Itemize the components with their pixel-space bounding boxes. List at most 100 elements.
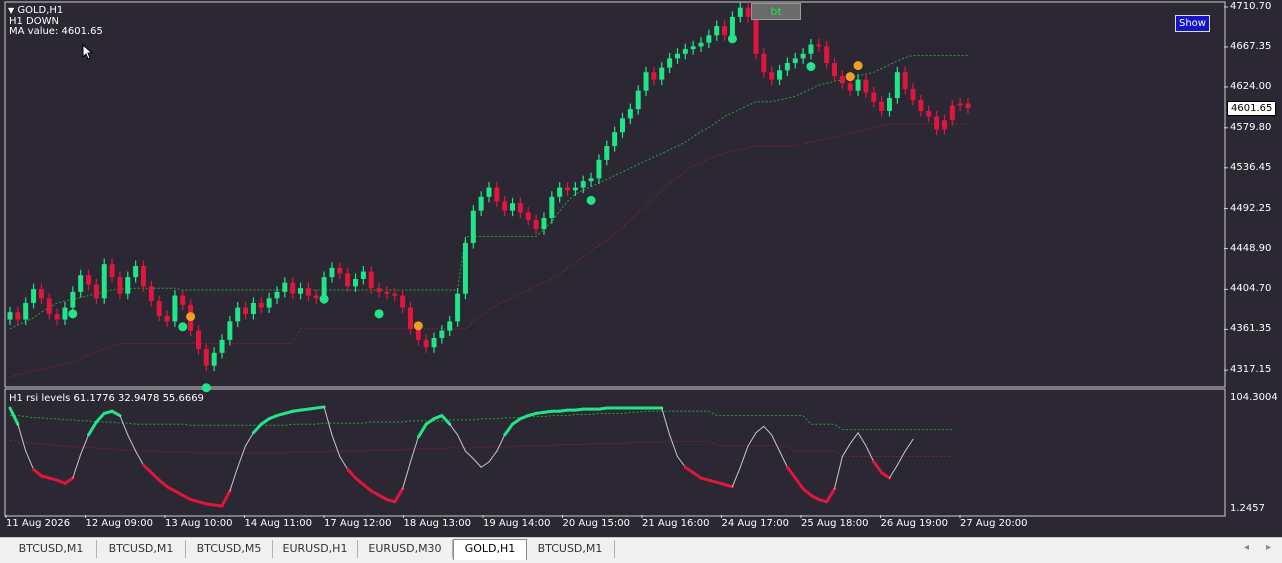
candle-body bbox=[902, 72, 908, 89]
lower-band-line bbox=[9, 123, 968, 378]
candle-body bbox=[886, 98, 892, 111]
candle-body bbox=[101, 264, 107, 299]
price-tick-label: 4492.25 bbox=[1230, 202, 1272, 214]
candle-body bbox=[345, 273, 351, 287]
candle-body bbox=[164, 315, 170, 322]
candle-body bbox=[478, 196, 484, 211]
chart-tab[interactable]: BTCUSD,M1 bbox=[6, 540, 97, 558]
chart-tab[interactable]: BTCUSD,M1 bbox=[97, 540, 186, 558]
price-tick-label: 4317.15 bbox=[1230, 364, 1272, 376]
buy-signal-icon bbox=[201, 383, 211, 393]
buy-signal-icon bbox=[319, 294, 329, 304]
candle-body bbox=[926, 110, 932, 117]
time-tick-label: 12 Aug 09:00 bbox=[85, 518, 153, 529]
chart-tab[interactable]: GOLD,H1 bbox=[453, 539, 527, 560]
sell-signal-icon bbox=[186, 312, 196, 322]
candle-body bbox=[816, 44, 822, 47]
main-pane-border bbox=[4, 1, 1226, 388]
candle-body bbox=[258, 302, 264, 308]
candle-body bbox=[211, 352, 217, 366]
rsi-line-segment bbox=[72, 453, 82, 479]
candle-body bbox=[659, 67, 665, 80]
candle-body bbox=[15, 312, 21, 320]
rsi-line-segment bbox=[149, 471, 161, 482]
candle-body bbox=[517, 203, 523, 213]
candle-body bbox=[698, 42, 704, 47]
dropdown-triangle-icon[interactable]: ▼ bbox=[8, 6, 14, 15]
time-tick-label: 17 Aug 12:00 bbox=[324, 518, 392, 529]
rsi-line-segment bbox=[440, 414, 452, 426]
rsi-line-segment bbox=[32, 467, 43, 478]
candle-body bbox=[706, 35, 712, 43]
chart-area[interactable]: ▼ GOLD,H1 H1 DOWN MA value: 4601.65 bt S… bbox=[0, 0, 1282, 537]
buy-signal-icon bbox=[727, 34, 737, 44]
rsi-line-segment bbox=[331, 434, 341, 457]
symbol-text: GOLD,H1 bbox=[17, 5, 64, 16]
rsi-line-segment bbox=[472, 458, 482, 468]
candle-body bbox=[415, 328, 421, 340]
time-tick-label: 19 Aug 14:00 bbox=[483, 518, 551, 529]
rsi-line-segment bbox=[25, 450, 35, 470]
rsi-line-segment bbox=[87, 420, 98, 437]
rsi-line-segment bbox=[834, 455, 843, 490]
show-button[interactable]: Show bbox=[1175, 15, 1210, 32]
rsi-line-segment bbox=[457, 434, 466, 452]
candle-body bbox=[7, 312, 13, 320]
chart-tab-bar: BTCUSD,M1 BTCUSD,M1 BTCUSD,M5 EURUSD,H1 EURU… bbox=[0, 537, 1282, 563]
candle-body bbox=[879, 101, 885, 111]
scroll-right-icon[interactable]: ▸ bbox=[1266, 542, 1271, 553]
candle-body bbox=[243, 307, 249, 315]
candle-body bbox=[855, 79, 861, 91]
rsi-line-segment bbox=[723, 482, 734, 489]
time-tick-label: 14 Aug 11:00 bbox=[244, 518, 312, 529]
candle-body bbox=[392, 293, 398, 296]
rsi-line-segment bbox=[141, 463, 153, 475]
candle-body bbox=[274, 291, 280, 299]
candle-body bbox=[195, 330, 201, 350]
scroll-left-icon[interactable]: ◂ bbox=[1244, 542, 1249, 553]
candle-body bbox=[125, 277, 131, 294]
candle-body bbox=[832, 62, 838, 76]
chart-tab[interactable]: BTCUSD,M5 bbox=[186, 540, 273, 558]
candle-body bbox=[753, 16, 759, 54]
candle-body bbox=[541, 218, 547, 230]
candle-body bbox=[148, 286, 154, 302]
candle-body bbox=[777, 70, 783, 80]
bt-button[interactable]: bt bbox=[751, 3, 801, 20]
chart-svg[interactable] bbox=[0, 0, 1282, 537]
candle-body bbox=[957, 103, 963, 106]
price-tick-label: 4361.35 bbox=[1230, 323, 1272, 335]
price-tick-label: 4404.70 bbox=[1230, 283, 1272, 295]
candle-body bbox=[23, 302, 29, 320]
candle-body bbox=[329, 267, 335, 278]
rsi-line-segment bbox=[841, 443, 851, 457]
price-tick-label: 4448.90 bbox=[1230, 242, 1272, 254]
candle-body bbox=[824, 46, 830, 63]
rsi-line-segment bbox=[904, 438, 914, 452]
candle-body bbox=[250, 302, 256, 315]
rsi-line-segment bbox=[119, 415, 129, 436]
rsi-line-segment bbox=[872, 460, 884, 475]
buy-signal-icon bbox=[806, 62, 816, 72]
rsi-line-segment bbox=[110, 409, 122, 418]
candle-body bbox=[486, 187, 492, 197]
rsi-line-segment bbox=[755, 425, 765, 434]
candle-body bbox=[714, 26, 720, 36]
rsi-line-segment bbox=[237, 445, 247, 468]
candle-body bbox=[70, 291, 76, 308]
time-tick-label: 18 Aug 13:00 bbox=[403, 518, 471, 529]
symbol-label[interactable]: ▼ GOLD,H1 bbox=[8, 5, 63, 16]
buy-signal-icon bbox=[68, 309, 78, 319]
candle-body bbox=[604, 146, 610, 160]
rsi-line-segment bbox=[361, 482, 373, 493]
rsi-line-segment bbox=[17, 423, 27, 452]
rsi-line-segment bbox=[63, 476, 75, 485]
chart-tab[interactable]: EURUSD,H1 bbox=[273, 540, 358, 558]
candle-body bbox=[635, 90, 641, 110]
time-tick-label: 20 Aug 15:00 bbox=[562, 518, 630, 529]
chart-tab[interactable]: BTCUSD,M1 bbox=[526, 540, 615, 558]
candle-body bbox=[38, 289, 44, 299]
rsi-line-segment bbox=[747, 432, 757, 447]
candle-body bbox=[407, 307, 413, 329]
chart-tab[interactable]: EURUSD,M30 bbox=[358, 540, 453, 558]
